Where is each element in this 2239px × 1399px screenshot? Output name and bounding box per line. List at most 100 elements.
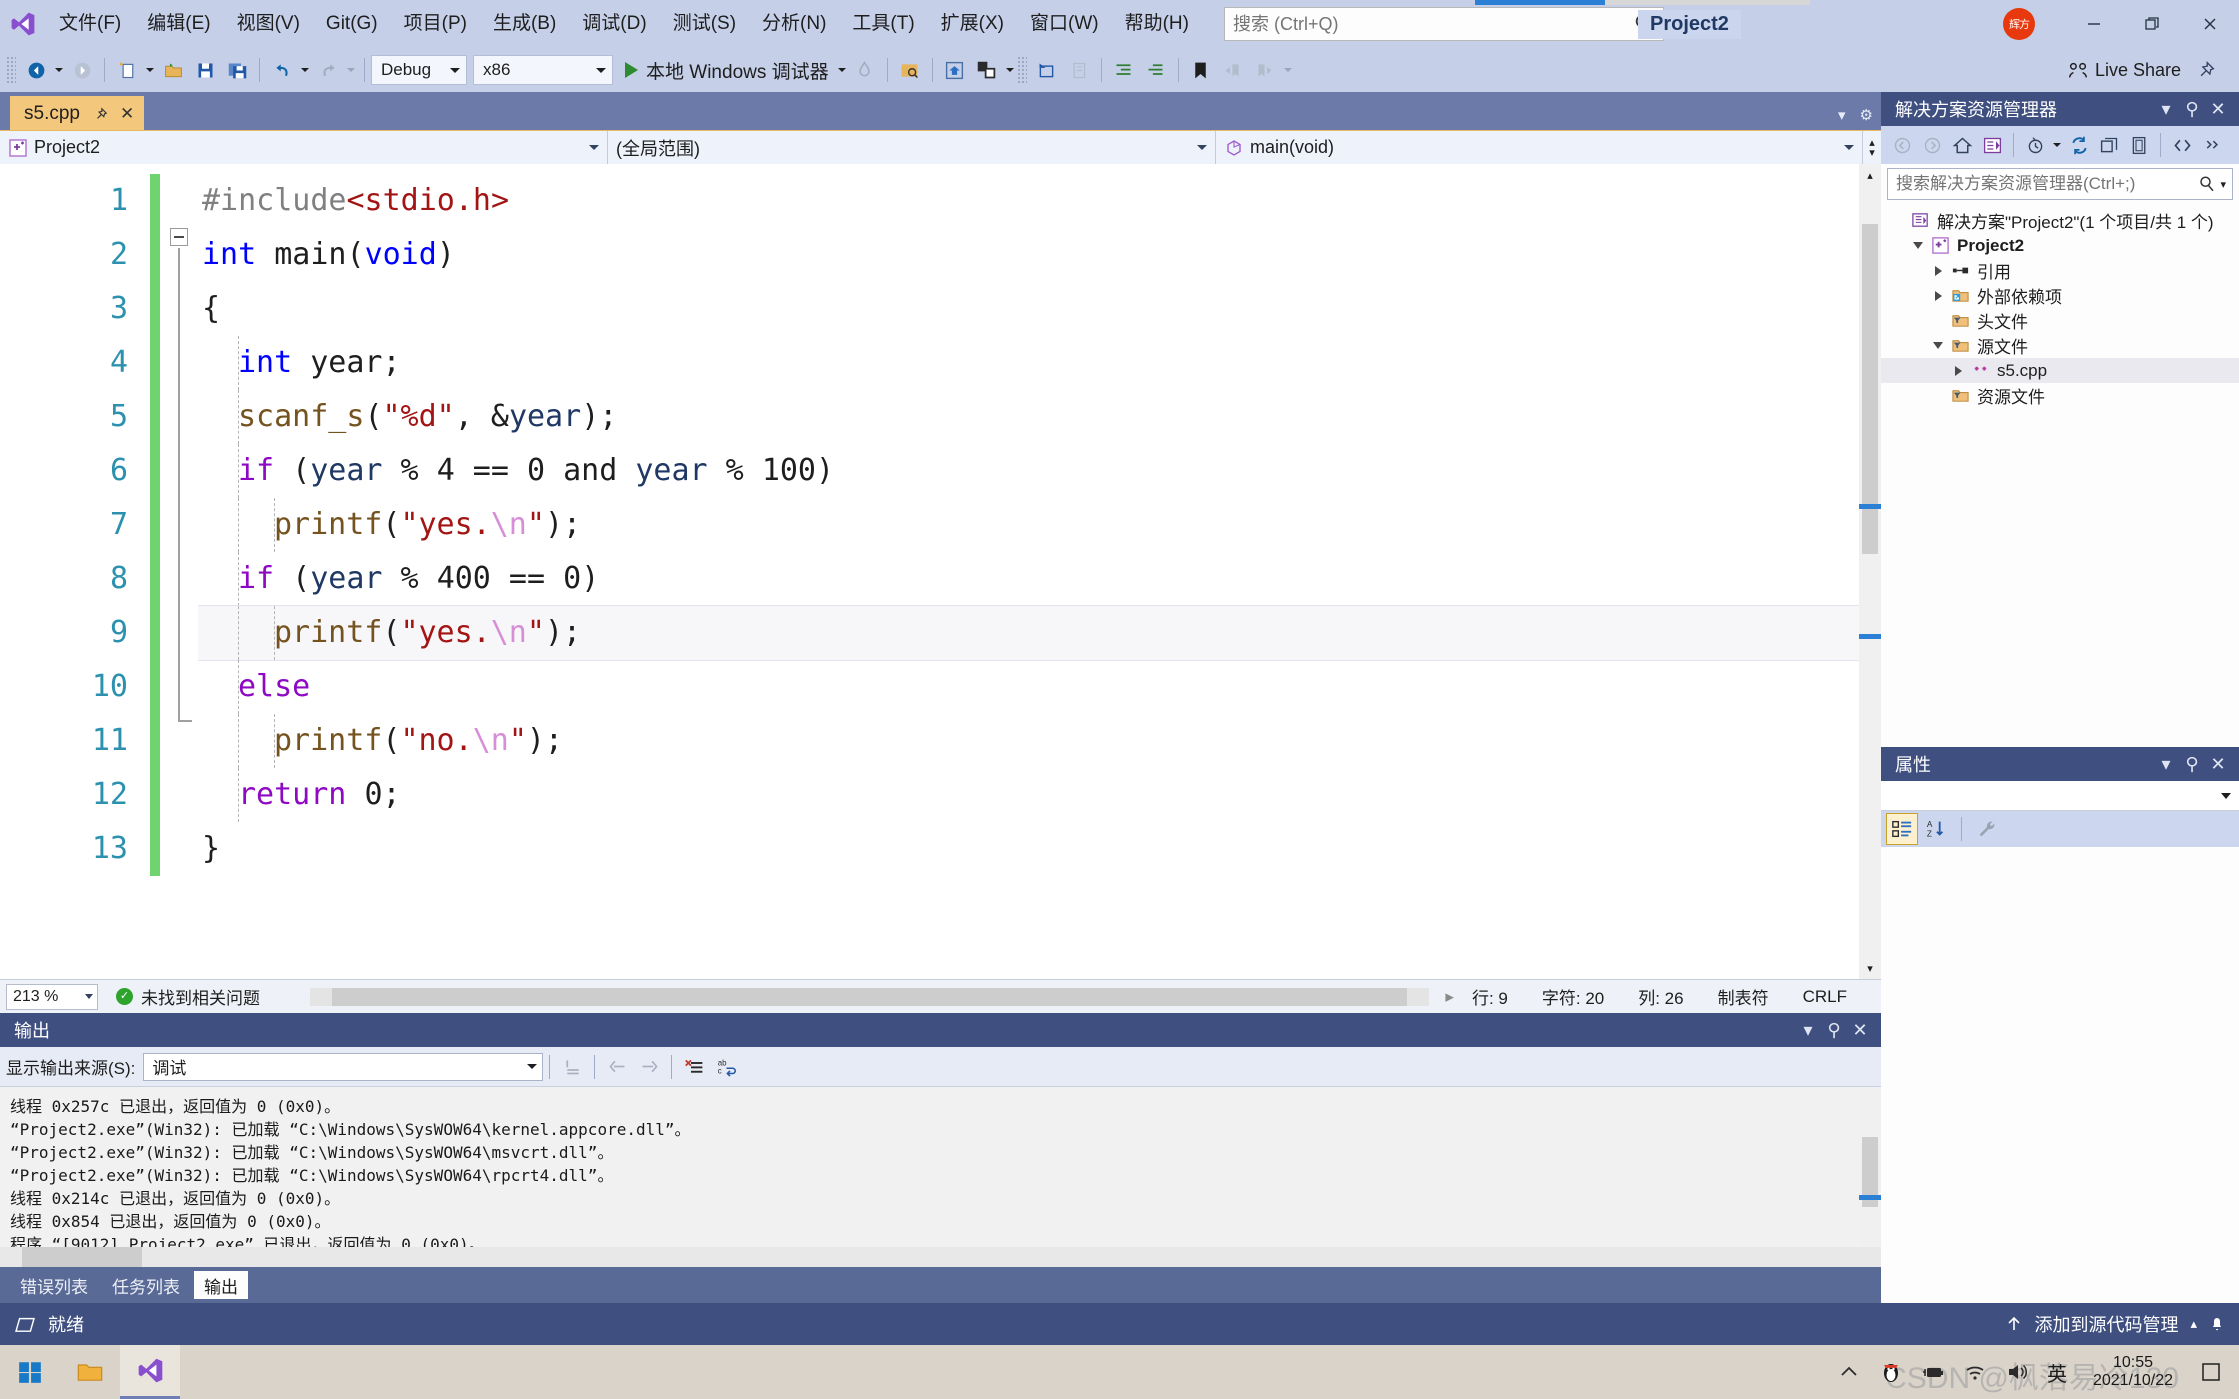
code-line[interactable]: { — [198, 282, 1881, 336]
editor-horizontal-scrollbar[interactable] — [310, 987, 1430, 1006]
se-solution-view-button[interactable] — [1977, 130, 2007, 160]
menu-item-tools[interactable]: 工具(T) — [839, 7, 927, 41]
close-button[interactable] — [2181, 0, 2239, 48]
taskbar-file-explorer[interactable] — [60, 1345, 120, 1399]
properties-close-icon[interactable]: ✕ — [2205, 751, 2231, 777]
se-pending-dropdown[interactable] — [2050, 130, 2064, 160]
output-clear-all-button[interactable] — [679, 1052, 709, 1082]
code-line[interactable]: if (year % 400 == 0) — [198, 552, 1881, 606]
tab-list-chevron-icon[interactable]: ▾ — [1838, 106, 1846, 124]
pin-icon[interactable] — [94, 106, 108, 122]
undo-button[interactable] — [267, 55, 297, 85]
tab-output[interactable]: 输出 — [194, 1271, 248, 1299]
output-panel-menu-icon[interactable]: ▾ — [1795, 1017, 1821, 1043]
redo-dropdown[interactable] — [344, 55, 358, 85]
taskbar-clock[interactable]: 10:55 2021/10/22 — [2085, 1354, 2181, 1391]
se-overflow-button[interactable] — [2197, 130, 2227, 160]
source-control-label[interactable]: 添加到源代码管理 — [2034, 1311, 2178, 1337]
open-file-button[interactable] — [158, 55, 188, 85]
output-panel-close-icon[interactable]: ✕ — [1847, 1017, 1873, 1043]
properties-pin-icon[interactable]: ⚲ — [2179, 751, 2205, 777]
properties-menu-icon[interactable]: ▾ — [2153, 751, 2179, 777]
output-word-wrap-button[interactable]: ab c — [711, 1052, 741, 1082]
output-text-area[interactable]: 线程 0x257c 已退出，返回值为 0 (0x0)。 “Project2.exe… — [0, 1087, 1881, 1247]
hscrollbar-thumb[interactable] — [332, 987, 1408, 1006]
code-line[interactable]: return 0; — [198, 768, 1881, 822]
se-home-button[interactable] — [1947, 130, 1977, 160]
indent-button[interactable] — [1109, 55, 1139, 85]
tree-expander[interactable] — [1907, 242, 1929, 249]
solution-explorer-search[interactable]: ▾ — [1887, 168, 2233, 200]
tree-expander[interactable] — [1927, 265, 1949, 276]
navbar-member-combo[interactable]: main(void) — [1216, 130, 1863, 165]
find-in-files-button[interactable] — [895, 55, 925, 85]
output-go-next-button[interactable] — [634, 1052, 664, 1082]
solution-tree[interactable]: 解决方案"Project2"(1 个项目/共 1 个) Project2 引用 外部依… — [1881, 204, 2239, 747]
new-file-dropdown[interactable] — [143, 55, 157, 85]
output-panel-pin-icon[interactable]: ⚲ — [1821, 1017, 1847, 1043]
code-line[interactable]: int year; — [198, 336, 1881, 390]
tree-node[interactable]: s5.cpp — [1881, 358, 2239, 383]
se-show-all-files-button[interactable] — [2124, 130, 2154, 160]
close-tab-icon[interactable]: ✕ — [120, 104, 134, 124]
navigate-back-dropdown[interactable] — [52, 55, 66, 85]
tree-node[interactable]: 源文件 — [1881, 333, 2239, 358]
solution-explorer-pin-icon[interactable]: ⚲ — [2179, 96, 2205, 122]
tree-node[interactable]: Project2 — [1881, 233, 2239, 258]
tree-node[interactable]: 引用 — [1881, 258, 2239, 283]
menu-item-edit[interactable]: 编辑(E) — [134, 7, 223, 41]
menu-item-git[interactable]: Git(G) — [313, 7, 391, 41]
ime-indicator[interactable]: 英 — [2047, 1358, 2067, 1387]
properties-pages-button[interactable] — [1972, 814, 2002, 844]
select-element-button[interactable] — [1032, 55, 1062, 85]
outdent-button[interactable] — [1141, 55, 1171, 85]
tree-node[interactable]: 资源文件 — [1881, 383, 2239, 408]
search-input[interactable] — [1232, 13, 1633, 35]
tab-error-list[interactable]: 错误列表 — [10, 1271, 98, 1299]
solution-explorer-menu-icon[interactable]: ▾ — [2153, 96, 2179, 122]
tree-node[interactable]: 解决方案"Project2"(1 个项目/共 1 个) — [1881, 208, 2239, 233]
navigate-forward-button[interactable] — [67, 55, 97, 85]
source-control-chevron-icon[interactable]: ▴ — [2190, 1316, 2197, 1332]
tab-task-list[interactable]: 任务列表 — [102, 1271, 190, 1299]
start-debugging-button[interactable]: 本地 Windows 调试器 — [619, 54, 835, 86]
code-line[interactable]: else — [198, 660, 1881, 714]
menu-item-extensions[interactable]: 扩展(X) — [928, 7, 1017, 41]
split-view-button[interactable]: ▴ ▾ — [1863, 130, 1881, 165]
se-collapse-all-button[interactable] — [2094, 130, 2124, 160]
start-button[interactable] — [0, 1345, 60, 1399]
properties-grid[interactable] — [1881, 847, 2239, 1303]
code-folding-column[interactable] — [160, 164, 198, 979]
menu-item-window[interactable]: 窗口(W) — [1017, 7, 1112, 41]
redo-button[interactable] — [313, 55, 343, 85]
status-expand-icon[interactable]: ▸ — [1445, 987, 1454, 1007]
se-refresh-button[interactable] — [2064, 130, 2094, 160]
code-line[interactable]: printf("no.\n"); — [198, 714, 1881, 768]
live-preview-button[interactable] — [972, 55, 1002, 85]
code-text[interactable]: #include<stdio.h> int main(void){int year… — [198, 164, 1881, 979]
tab-strip-settings-icon[interactable]: ⚙ — [1860, 106, 1873, 124]
user-avatar[interactable]: 辉方 — [2003, 8, 2035, 40]
live-share-button[interactable]: Live Share — [2067, 59, 2181, 81]
toolbar-grip[interactable] — [6, 56, 16, 84]
zoom-level-combo[interactable]: 213 % — [6, 983, 98, 1010]
tree-expander[interactable] — [1947, 365, 1969, 376]
search-options-chevron-icon[interactable]: ▾ — [2220, 178, 2226, 191]
fold-collapse-icon[interactable] — [170, 228, 188, 246]
undo-dropdown[interactable] — [298, 55, 312, 85]
solution-configuration-combo[interactable]: Debug — [371, 55, 467, 85]
prev-bookmark-button[interactable] — [1218, 55, 1248, 85]
tree-node[interactable]: 头文件 — [1881, 308, 2239, 333]
menu-item-analyze[interactable]: 分析(N) — [749, 7, 839, 41]
output-find-message-button[interactable] — [557, 1052, 587, 1082]
tree-expander[interactable] — [1927, 342, 1949, 349]
toolbar-pin-button[interactable] — [2190, 55, 2220, 85]
navbar-project-combo[interactable]: Project2 — [0, 130, 608, 165]
properties-alphabetical-button[interactable]: AZ — [1921, 814, 1951, 844]
menu-item-build[interactable]: 生成(B) — [480, 7, 569, 41]
qq-icon[interactable] — [1879, 1360, 1903, 1384]
menu-item-project[interactable]: 项目(P) — [391, 7, 480, 41]
minimize-button[interactable] — [2065, 0, 2123, 48]
code-line[interactable]: #include<stdio.h> — [198, 174, 1881, 228]
menu-item-file[interactable]: 文件(F) — [46, 7, 134, 41]
